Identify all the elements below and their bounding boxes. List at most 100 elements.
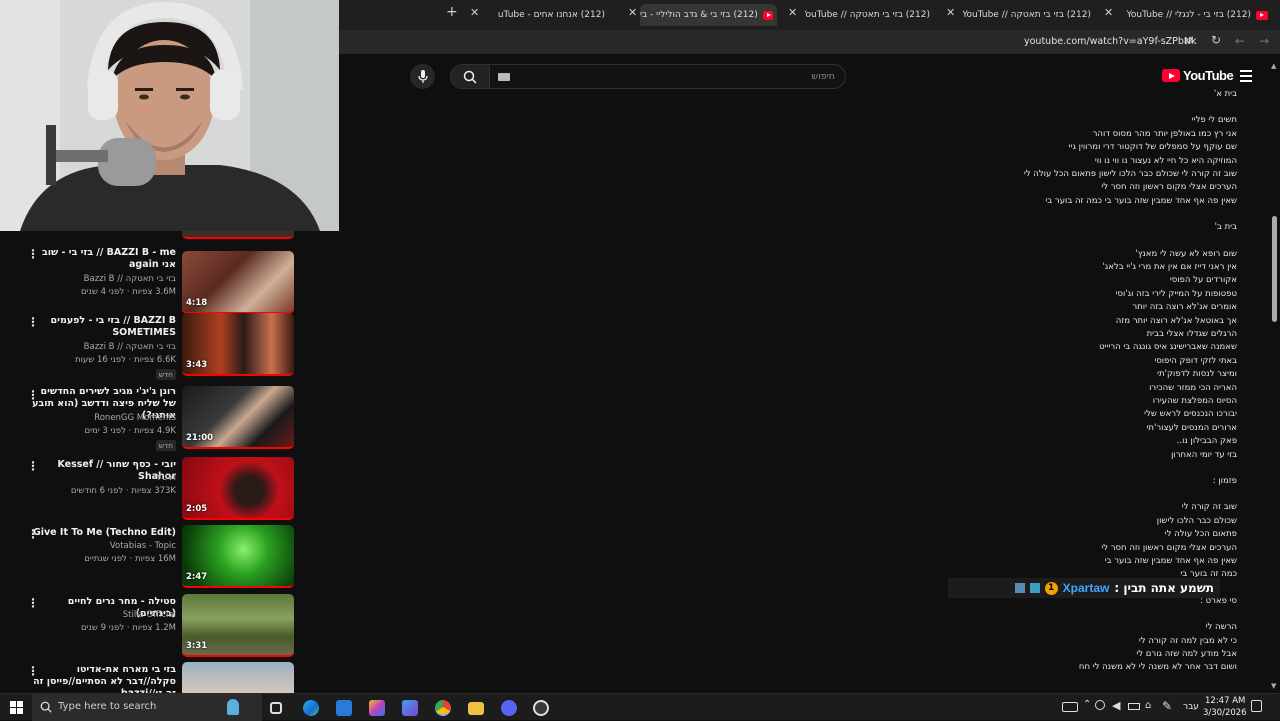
list-item[interactable]: ⋮ סטילה - מחר נרים לחיים (בינתיים) Still… bbox=[0, 594, 310, 660]
youtube-logo[interactable]: YouTube bbox=[1162, 68, 1234, 83]
tab-title: (212) בזי בי & גדב הוליליי - בי bbox=[640, 10, 758, 20]
app-icon[interactable] bbox=[533, 700, 549, 716]
file-explorer-icon[interactable] bbox=[468, 702, 484, 715]
list-item[interactable]: ⋮ BAZZI B - me // בזי בי - שוב אני again… bbox=[0, 245, 310, 314]
windows-start-icon[interactable] bbox=[10, 701, 23, 714]
video-meta: 1.2M צפיות · לפני 9 שנים bbox=[80, 623, 176, 633]
channel-name[interactable]: RonenGG Moments bbox=[26, 412, 176, 425]
pen-icon[interactable]: ✎ bbox=[1162, 699, 1172, 713]
video-title[interactable]: BAZZI B // בזי בי - לפעמים SOMETIMES bbox=[26, 315, 176, 339]
lyric-line: אקורדים על הפוסי bbox=[1169, 275, 1237, 286]
channel-name[interactable]: Votabias - Topic bbox=[26, 540, 176, 553]
lyric-line: טפטופות על המייק לירי בזה וג'וסי bbox=[1115, 288, 1237, 299]
video-thumbnail[interactable]: 3:43 bbox=[182, 313, 294, 376]
video-thumbnail[interactable]: 3:31 bbox=[182, 594, 294, 657]
channel-name[interactable]: בזי בי תאטקה // Bazzi B bbox=[26, 341, 176, 354]
video-title[interactable]: BAZZI B - me // בזי בי - שוב אני again bbox=[26, 247, 176, 271]
video-title[interactable]: בזי בי מארח את-אדיטו סקלה//דבר לא הסתיים… bbox=[26, 664, 176, 693]
forward-icon[interactable]: → bbox=[1259, 34, 1269, 48]
search-button[interactable] bbox=[450, 64, 490, 89]
language-indicator[interactable]: עבר bbox=[1183, 702, 1199, 712]
close-tab-icon[interactable]: ✕ bbox=[946, 6, 955, 19]
app-icon[interactable] bbox=[369, 700, 385, 716]
back-icon[interactable]: ← bbox=[1235, 34, 1245, 48]
url-field[interactable]: youtube.com/watch?v=aY9f-sZPbNk bbox=[1024, 36, 1197, 47]
app-icon[interactable] bbox=[402, 700, 418, 716]
lyric-line: פאק הבבילון נו.. bbox=[1176, 436, 1237, 447]
address-bar: → ← ↻ ⇄ youtube.com/watch?v=aY9f-sZPbNk bbox=[339, 30, 1280, 54]
recommendations-sidebar: ⋮ BAZZI B - me // בזי בי - שוב אני again… bbox=[0, 231, 339, 693]
video-thumbnail[interactable]: 2:47 bbox=[182, 525, 294, 588]
reload-icon[interactable]: ↻ bbox=[1211, 33, 1221, 47]
taskbar-search-input[interactable]: Type here to search bbox=[32, 694, 262, 721]
lyric-line: שאין פה אף אחד שמבין שזה בוער בי כמה זה … bbox=[1045, 195, 1237, 206]
list-item[interactable]: ⋮ BAZZI B // בזי בי - לפעמים SOMETIMES ב… bbox=[0, 313, 310, 383]
lyric-line: שום רופא לא עשה לי מאנץ' bbox=[1135, 248, 1237, 259]
youtube-play-icon bbox=[1162, 69, 1180, 82]
search-input[interactable]: חיפוש bbox=[489, 64, 846, 89]
video-description: בית א' תשים לי פליי אני רץ כמו באולפן יותר… bbox=[900, 88, 1237, 693]
browser-tab[interactable]: (212) בזי בי תאטקה // YouTube bbox=[805, 4, 935, 26]
close-tab-icon[interactable]: ✕ bbox=[628, 6, 637, 19]
voice-search-button[interactable] bbox=[410, 64, 435, 89]
keyboard-icon[interactable] bbox=[498, 73, 510, 81]
video-thumbnail[interactable]: 4:18 bbox=[182, 251, 294, 314]
clock-date[interactable]: 3/30/2026 bbox=[1203, 708, 1247, 718]
list-item[interactable]: ⋮ Give It To Me (Techno Edit) Votabias -… bbox=[0, 525, 310, 591]
battery-icon[interactable] bbox=[1128, 703, 1140, 710]
video-duration: 3:43 bbox=[186, 360, 208, 370]
video-meta: 373K צפיות · לפני 6 חודשים bbox=[70, 486, 176, 496]
network-icon[interactable]: ⌂ bbox=[1145, 700, 1151, 711]
scrollbar-thumb[interactable] bbox=[1272, 216, 1277, 322]
scroll-up-icon[interactable]: ▲ bbox=[1271, 62, 1276, 70]
tray-icon[interactable] bbox=[1095, 700, 1105, 710]
channel-name[interactable]: Stilla Official bbox=[26, 609, 176, 622]
lyric-line: שאמנה שאברישינג איס גונגה בי הריייט bbox=[1099, 342, 1237, 353]
store-icon[interactable] bbox=[336, 700, 352, 716]
channel-name[interactable]: בזי בי תאטקה // Bazzi B bbox=[26, 273, 176, 286]
volume-icon[interactable]: ◀ bbox=[1112, 699, 1120, 712]
video-thumbnail[interactable]: 21:00 bbox=[182, 386, 294, 449]
scroll-down-icon[interactable]: ▼ bbox=[1271, 682, 1276, 690]
lyric-line: אך באוטאל אנ'לא רוצה יותר מזה bbox=[1115, 315, 1237, 326]
browser-tab[interactable]: (212) בזי בי - לנגלי // YouTube bbox=[1118, 4, 1268, 26]
video-title[interactable]: Give It To Me (Techno Edit) bbox=[26, 527, 176, 539]
browser-tab-active[interactable]: (212) בזי בי & גדב הוליליי - בי bbox=[640, 4, 777, 26]
list-item[interactable]: ⋮ בזי בי מארח את-אדיטו סקלה//דבר לא הסתי… bbox=[0, 662, 310, 693]
lyric-line: אני רץ כמו באולפן יותר מהר מסוס דוהר bbox=[1092, 128, 1237, 139]
edge-icon[interactable] bbox=[303, 700, 319, 716]
browser-tab[interactable]: (212) אנחנו אחים - YouTube bbox=[498, 4, 610, 26]
video-meta: 16M צפיות · לפני שנתיים bbox=[84, 554, 176, 564]
lyric-line: הערכים אצלי מקום ראשון וזה חסר לי bbox=[1101, 182, 1237, 193]
page-scrollbar[interactable]: ▲ ▼ bbox=[1268, 54, 1280, 693]
chevron-up-icon[interactable]: ⌃ bbox=[1083, 699, 1091, 710]
close-tab-icon[interactable]: ✕ bbox=[470, 6, 479, 19]
list-item[interactable]: ⋮ יובי - כסף שחור // Kessef Shahor YUVI … bbox=[0, 457, 310, 523]
task-view-icon[interactable] bbox=[270, 702, 282, 714]
video-thumbnail[interactable] bbox=[182, 662, 294, 693]
notification-icon[interactable] bbox=[1251, 700, 1262, 712]
clock-time[interactable]: 12:47 AM bbox=[1205, 696, 1245, 706]
youtube-logo-text: YouTube bbox=[1183, 68, 1234, 83]
video-thumbnail[interactable]: 2:05 bbox=[182, 457, 294, 520]
discord-icon[interactable] bbox=[501, 700, 517, 716]
lyric-line: פזמון : bbox=[1212, 476, 1237, 486]
new-tab-icon[interactable]: + bbox=[446, 4, 458, 20]
browser-tab[interactable]: (212) בזי בי תאטקה // YouTube bbox=[963, 4, 1096, 26]
menu-icon[interactable] bbox=[1240, 70, 1252, 82]
video-thumbnail[interactable] bbox=[182, 231, 294, 239]
keyboard-icon[interactable] bbox=[1062, 702, 1078, 712]
list-item[interactable]: ⋮ רונן ג'יג'י מגיב לשירים החדשים של שליח… bbox=[0, 386, 310, 454]
emote-icon bbox=[1014, 583, 1025, 593]
lyric-line: אומרים אנ'לא רוצה בזה יותר bbox=[1132, 302, 1237, 313]
close-tab-icon[interactable]: ✕ bbox=[1104, 6, 1113, 19]
close-tab-icon[interactable]: ✕ bbox=[788, 6, 797, 19]
video-meta: 4.9K צפיות · לפני 3 ימים bbox=[84, 426, 176, 436]
video-meta: 6.6K צפיות · לפני 16 שעות bbox=[75, 355, 176, 365]
chrome-icon[interactable] bbox=[435, 700, 451, 716]
lyric-line: תשים לי פליי bbox=[1191, 115, 1237, 126]
lyric-line: שוב זה קורה לי שכולם כבר הלכו לישון פתאו… bbox=[1023, 169, 1237, 179]
channel-name[interactable]: YUVI bbox=[26, 472, 176, 485]
streamer-webcam-image bbox=[0, 0, 339, 231]
video-duration: 2:47 bbox=[186, 572, 208, 582]
